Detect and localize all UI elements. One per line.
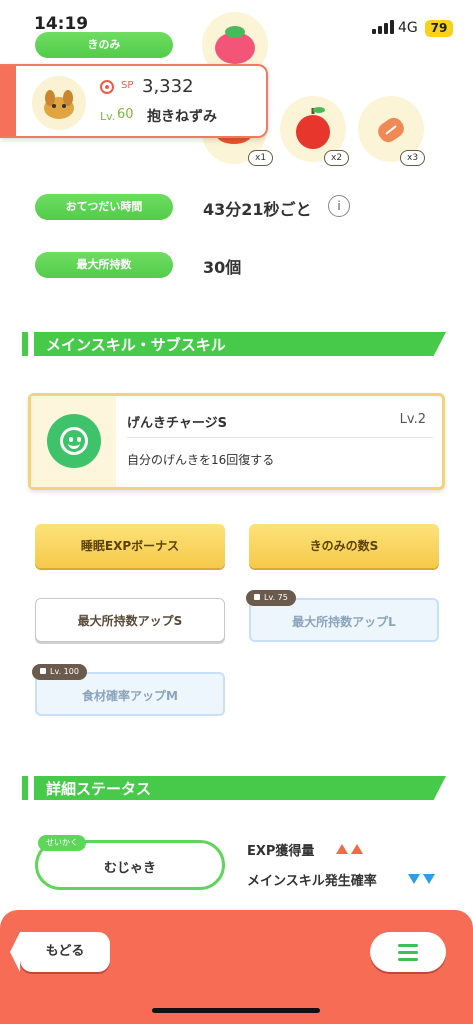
help-time-label: おてつだい時間 xyxy=(35,194,173,220)
effect-down-label: メインスキル発生確率 xyxy=(247,874,377,889)
main-skill-description: 自分のげんきを16回復する xyxy=(127,453,275,467)
menu-button[interactable] xyxy=(370,932,446,972)
info-icon[interactable]: i xyxy=(328,195,350,217)
pokemon-card-accent xyxy=(0,66,16,136)
level-value: 60 xyxy=(117,107,134,122)
main-skill-card[interactable]: げんきチャージS Lv.2 自分のげんきを16回復する xyxy=(28,393,445,490)
berry-count-3: x3 xyxy=(400,150,426,166)
pokemon-avatar xyxy=(32,76,86,130)
skills-section-header: メインスキル・サブスキル xyxy=(22,332,446,356)
battery-icon: 79 xyxy=(425,20,453,37)
max-capacity-value: 30個 xyxy=(203,258,242,277)
help-time-value: 43分21秒ごと xyxy=(203,200,312,219)
subskill-button[interactable]: きのみの数S xyxy=(249,524,439,568)
lock-badge: Lv. 100 xyxy=(32,664,87,680)
up-arrow-icon xyxy=(336,844,348,854)
pokemon-card[interactable]: SP 3,332 Lv. 60 抱きねずみ xyxy=(0,64,268,138)
subskill-button[interactable]: 最大所持数アップS xyxy=(35,598,225,642)
lock-icon xyxy=(40,668,46,674)
main-skill-level: Lv.2 xyxy=(399,412,426,427)
down-arrow-icon xyxy=(423,874,435,884)
smile-icon xyxy=(47,414,101,468)
raichu-icon xyxy=(44,90,74,119)
details-section-header: 詳細ステータス xyxy=(22,776,446,800)
lock-icon xyxy=(254,594,260,600)
lock-badge: Lv. 75 xyxy=(246,590,296,606)
down-arrow-icon xyxy=(408,874,420,884)
nature-pill[interactable]: せいかく むじゃき xyxy=(35,835,225,890)
pokemon-name: 抱きねずみ xyxy=(147,109,217,125)
signal-icon xyxy=(372,20,394,34)
effect-up-label: EXP獲得量 xyxy=(247,844,315,859)
pokeball-icon xyxy=(100,80,114,94)
berry-count-1: x1 xyxy=(248,150,274,166)
details-section-title: 詳細ステータス xyxy=(46,780,152,798)
nature-value: むじゃき xyxy=(103,861,156,876)
berries-label: きのみ xyxy=(35,32,173,58)
status-time: 14:19 xyxy=(34,14,89,34)
subskill-button[interactable]: 睡眠EXPボーナス xyxy=(35,524,225,568)
berry-count-2: x2 xyxy=(324,150,350,166)
skills-section-title: メインスキル・サブスキル xyxy=(46,336,226,354)
main-skill-name: げんきチャージS xyxy=(127,416,227,431)
sp-value: 3,332 xyxy=(142,76,194,97)
hamburger-menu-icon xyxy=(398,944,418,947)
network-label: 4G xyxy=(398,20,418,36)
up-arrow-icon xyxy=(351,844,363,854)
max-capacity-label: 最大所持数 xyxy=(35,252,173,278)
home-indicator[interactable] xyxy=(152,1008,320,1013)
sp-label: SP xyxy=(121,80,134,91)
divider xyxy=(127,437,433,438)
level-label: Lv. xyxy=(100,110,116,123)
back-button[interactable]: もどる xyxy=(10,932,110,972)
nature-tag: せいかく xyxy=(38,835,86,851)
